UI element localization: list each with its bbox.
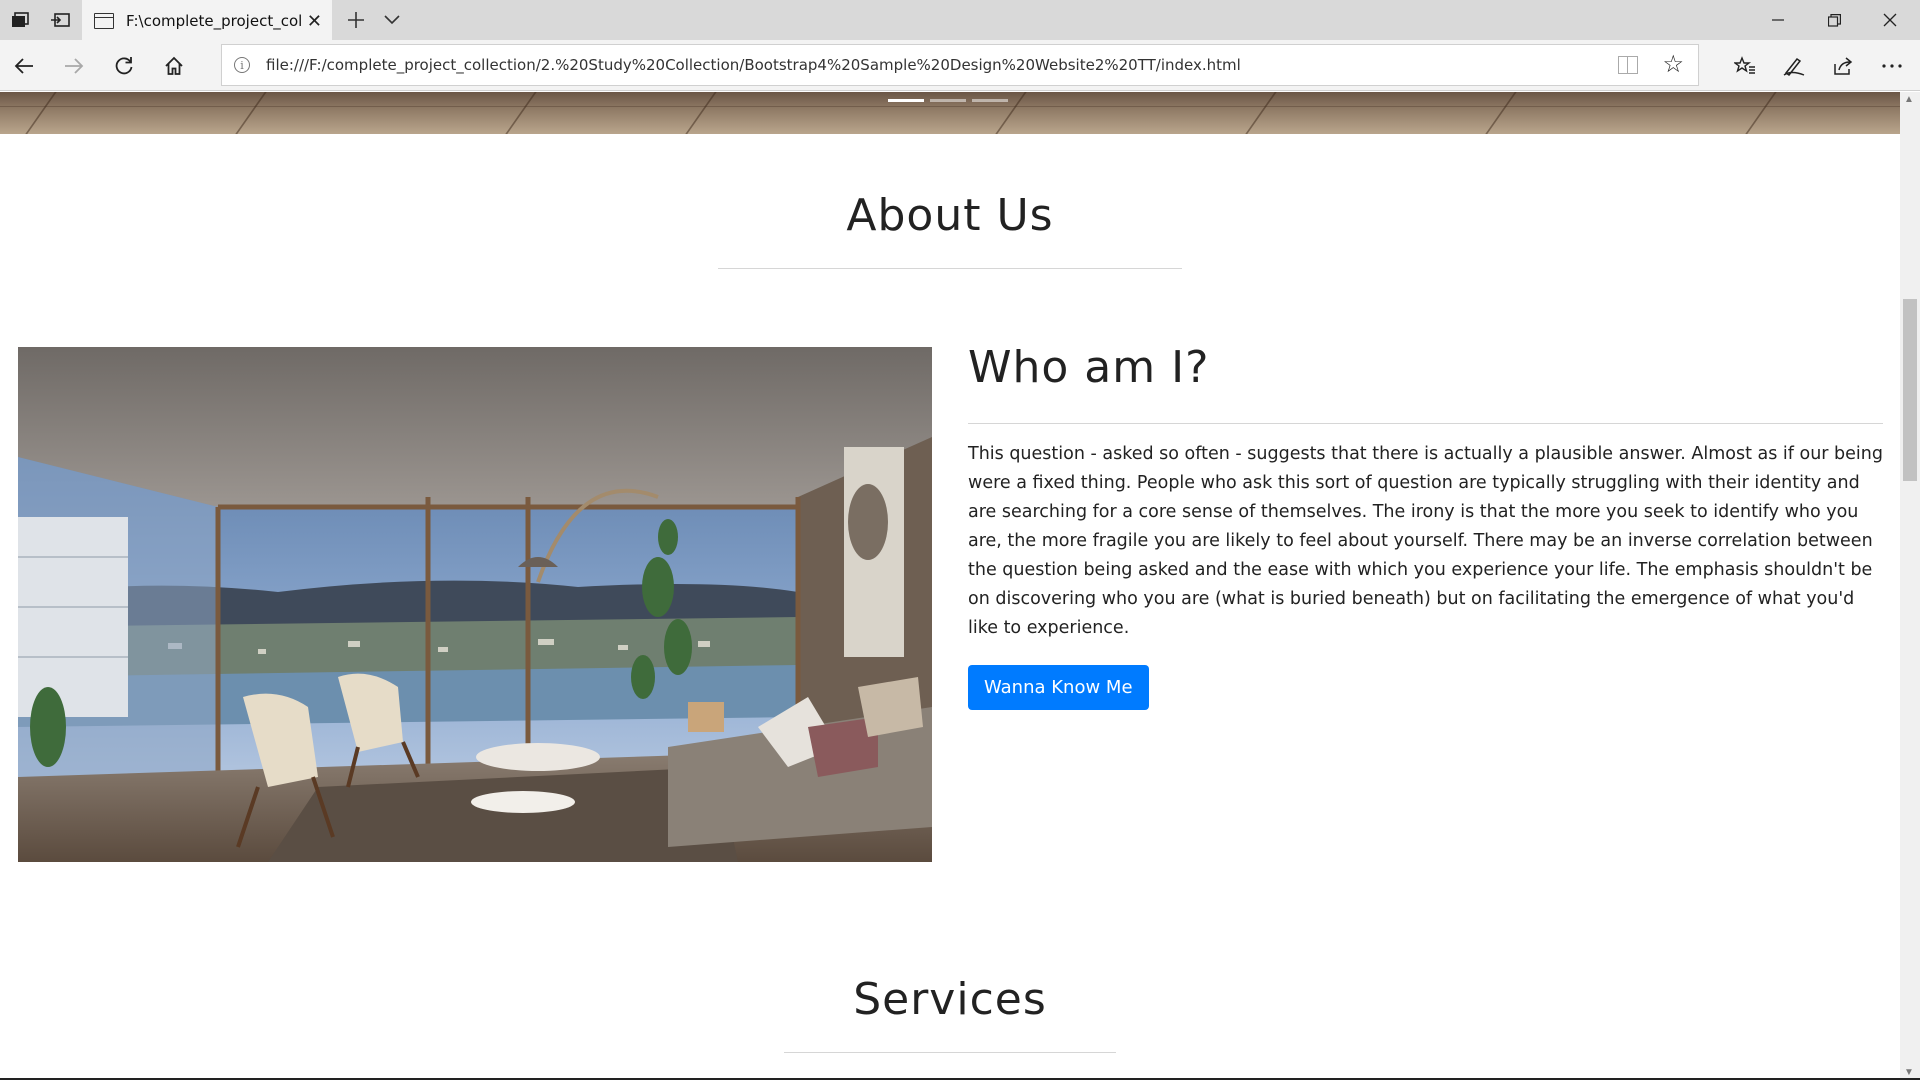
carousel-indicator[interactable] xyxy=(930,99,966,102)
share-icon[interactable] xyxy=(1823,46,1863,86)
close-icon[interactable]: ✕ xyxy=(307,11,322,32)
reading-view-icon[interactable] xyxy=(1618,56,1638,74)
tab-actions-icon[interactable] xyxy=(0,0,40,40)
back-arrow-icon[interactable] xyxy=(4,46,44,86)
carousel-indicator[interactable] xyxy=(888,99,924,102)
set-aside-tabs-icon[interactable] xyxy=(40,0,80,40)
navigation-bar: i file:///F:/complete_project_collection… xyxy=(0,40,1920,91)
carousel-indicators xyxy=(888,99,1008,102)
about-paragraph: This question - asked so often - suggest… xyxy=(968,444,1883,638)
about-divider xyxy=(718,268,1182,269)
wanna-know-me-button[interactable]: Wanna Know Me xyxy=(968,665,1149,710)
address-url[interactable]: file:///F:/complete_project_collection/2… xyxy=(266,56,1241,74)
address-bar[interactable]: i file:///F:/complete_project_collection… xyxy=(221,44,1699,86)
scrollbar-thumb[interactable] xyxy=(1903,299,1917,481)
chevron-down-icon[interactable] xyxy=(376,0,408,40)
tab-active[interactable]: F:\complete_project_col ✕ xyxy=(82,0,332,40)
refresh-icon[interactable] xyxy=(104,46,144,86)
hero-carousel xyxy=(0,92,1900,134)
scroll-up-icon[interactable]: ▲ xyxy=(1904,94,1914,105)
scroll-down-icon[interactable]: ▼ xyxy=(1904,1067,1914,1078)
services-divider xyxy=(784,1052,1116,1053)
info-icon[interactable]: i xyxy=(234,57,250,73)
carousel-indicator[interactable] xyxy=(972,99,1008,102)
page-icon xyxy=(94,13,114,29)
minimize-button[interactable] xyxy=(1750,0,1806,40)
living-room-image xyxy=(18,347,932,862)
pen-icon[interactable] xyxy=(1774,46,1814,86)
page-viewport: About Us Who am I? This question - asked… xyxy=(0,92,1900,1080)
who-am-i-heading: Who am I? xyxy=(968,342,1210,393)
more-icon[interactable] xyxy=(1872,46,1912,86)
star-icon[interactable]: ☆ xyxy=(1662,50,1684,79)
page-scrollbar[interactable]: ▲ ▼ xyxy=(1900,92,1920,1080)
plus-icon[interactable] xyxy=(336,0,376,40)
home-icon[interactable] xyxy=(154,46,194,86)
who-divider xyxy=(968,423,1883,424)
services-heading: Services xyxy=(853,974,1047,1025)
restore-button[interactable] xyxy=(1806,0,1862,40)
favorites-hub-icon[interactable] xyxy=(1725,46,1765,86)
about-heading: About Us xyxy=(846,190,1054,241)
tab-title: F:\complete_project_col xyxy=(126,12,303,30)
tab-bar: F:\complete_project_col ✕ xyxy=(0,0,1920,40)
close-window-button[interactable] xyxy=(1862,0,1918,40)
forward-arrow-icon[interactable] xyxy=(54,46,94,86)
